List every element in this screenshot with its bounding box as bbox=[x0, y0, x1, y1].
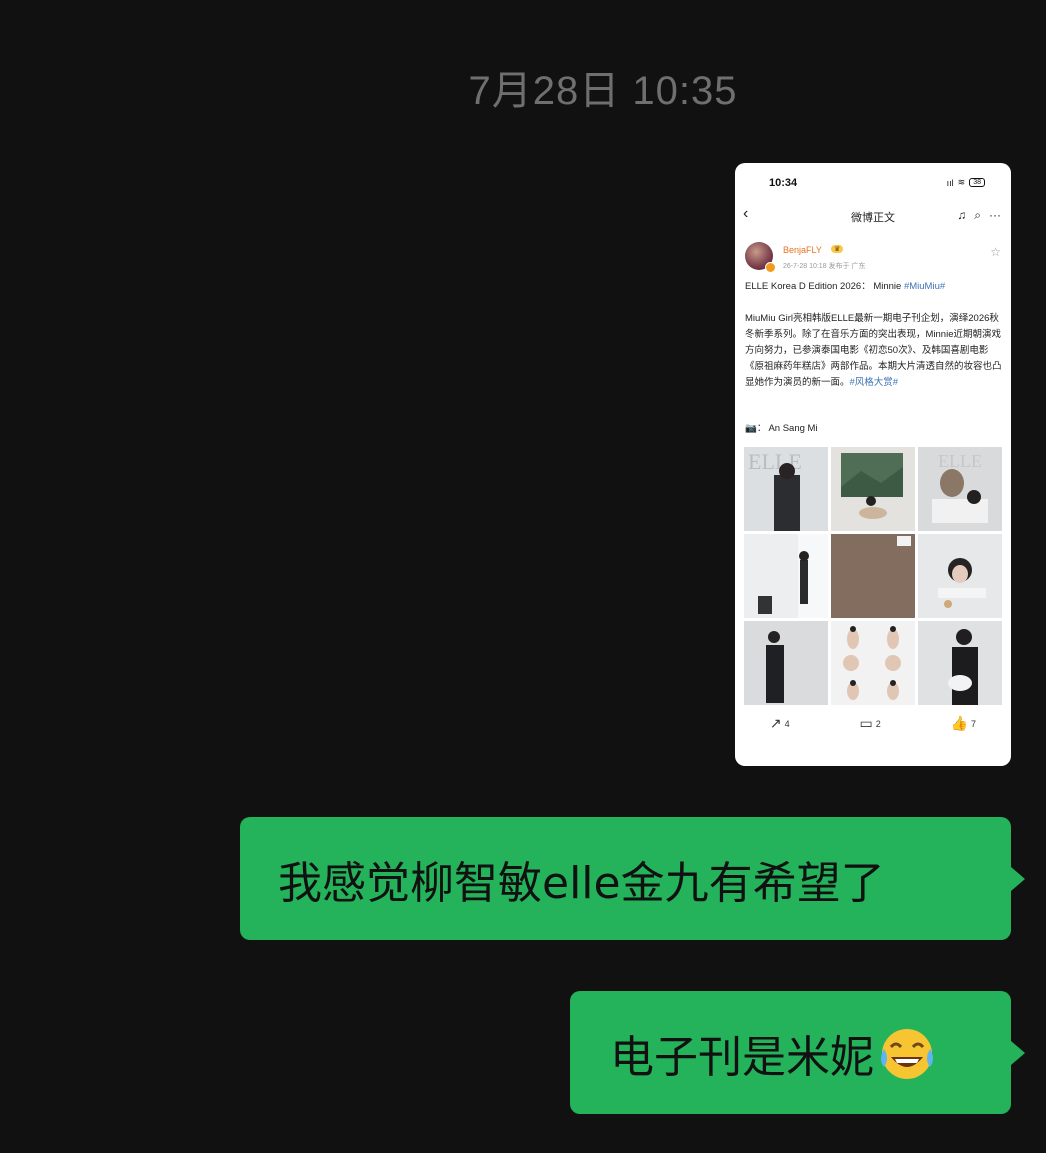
signal-icon: ııl bbox=[946, 177, 954, 188]
photo-credit: 📷： An Sang Mi bbox=[745, 423, 818, 434]
post-username: BenjaFLY bbox=[783, 245, 822, 255]
wifi-icon: ≋ bbox=[957, 177, 966, 187]
message-bubble[interactable]: 我感觉柳智敏elle金九有希望了 bbox=[240, 817, 1025, 940]
post-line1: ELLE Korea D Edition 2026： Minnie #MiuMi… bbox=[745, 279, 1003, 295]
face-with-tears-of-joy-icon bbox=[878, 1027, 936, 1079]
photo-thumb bbox=[744, 621, 828, 705]
post-meta: 26-7-28 10:18 发布于 广东 bbox=[783, 263, 866, 270]
hashtag-miumiu: #MiuMiu# bbox=[903, 281, 946, 292]
star-icon: ☆ bbox=[990, 245, 1001, 259]
photo-thumb: ELLE bbox=[918, 447, 1002, 531]
search-icon: ⌕ bbox=[974, 208, 981, 222]
verified-badge-icon bbox=[765, 262, 776, 273]
post-actions: ↗ 4 ▭ 2 👍 7 bbox=[735, 715, 1011, 732]
comment-action: ▭ 2 bbox=[860, 715, 881, 732]
svg-text:ELLE: ELLE bbox=[938, 451, 982, 471]
repost-count: 4 bbox=[784, 718, 790, 729]
message-text: 我感觉柳智敏elle金九有希望了 bbox=[278, 857, 885, 909]
battery-icon: 38 bbox=[969, 178, 985, 187]
vip-badge: ♛ bbox=[831, 245, 844, 253]
photo-thumb bbox=[744, 534, 828, 618]
status-time: 10:34 bbox=[769, 177, 798, 189]
photo-thumb bbox=[918, 621, 1002, 705]
chat-timestamp: 7月28日 10:35 bbox=[468, 69, 738, 113]
photo-thumb bbox=[918, 534, 1002, 618]
hashtag-style: #风格大赏# bbox=[849, 377, 899, 388]
repost-action: ↗ 4 bbox=[770, 715, 790, 732]
more-icon: ··· bbox=[989, 208, 1001, 222]
post-body: MiuMiu Girl亮相韩版ELLE最新一期电子刊企划，演绎2026秋冬新季系… bbox=[745, 311, 1003, 391]
share-icon: ↗ bbox=[769, 715, 782, 731]
comment-count: 2 bbox=[875, 718, 881, 729]
like-count: 7 bbox=[971, 718, 977, 729]
photo-thumb bbox=[831, 447, 915, 531]
post-line1-text: ELLE Korea D Edition 2026： Minnie bbox=[745, 281, 904, 292]
topbar-icons: ♫ ⌕ ··· bbox=[957, 208, 1001, 223]
message-bubble[interactable]: 电子刊是米妮 bbox=[570, 991, 1025, 1114]
photo-thumb bbox=[831, 534, 915, 618]
photo-grid: ELLE ELLE bbox=[744, 447, 1002, 706]
headphones-icon: ♫ bbox=[957, 208, 967, 222]
shared-screenshot-image[interactable]: 10:34 ııl ≋ 38 ‹ 微博正文 ♫ ⌕ ··· BenjaFLY ♛… bbox=[735, 163, 1011, 766]
like-action: 👍 7 bbox=[951, 715, 976, 732]
comment-icon: ▭ bbox=[859, 715, 873, 731]
photo-thumb bbox=[831, 621, 915, 705]
message-text: 电子刊是米妮 bbox=[610, 1031, 874, 1083]
thumbs-up-icon: 👍 bbox=[950, 715, 969, 731]
status-icons: ııl ≋ 38 bbox=[947, 177, 985, 188]
weibo-topbar: ‹ 微博正文 ♫ ⌕ ··· bbox=[735, 205, 1011, 227]
photo-thumb: ELLE bbox=[744, 447, 828, 531]
